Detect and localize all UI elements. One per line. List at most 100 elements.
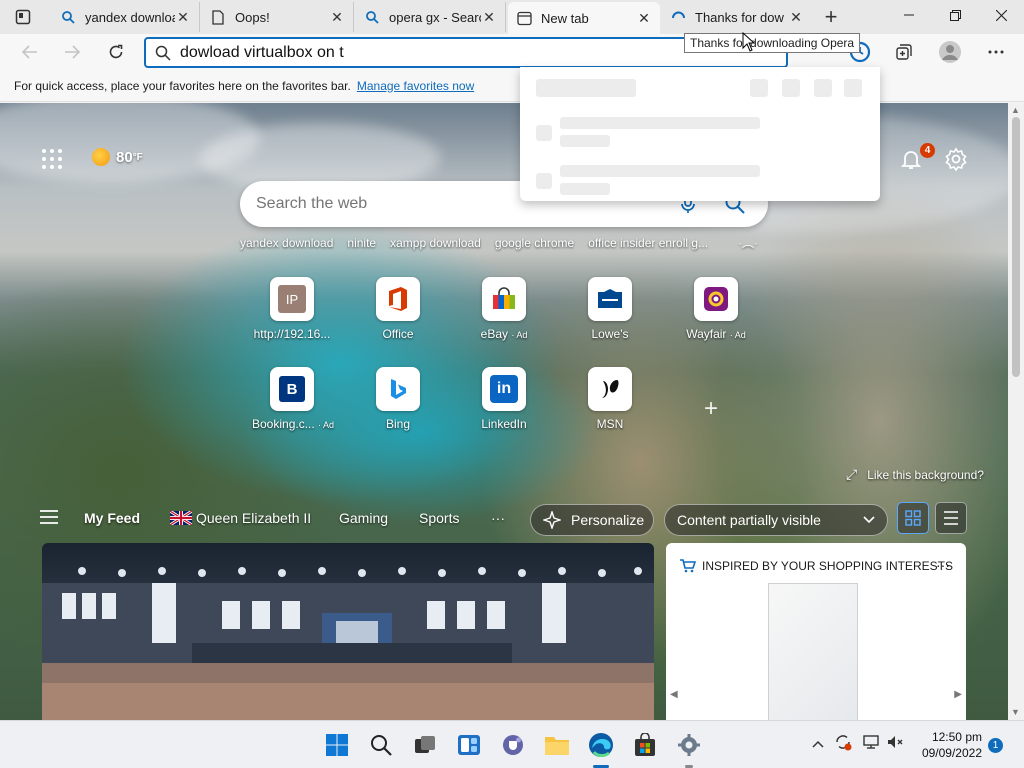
list-view-button[interactable] <box>935 502 967 534</box>
carousel-prev-icon[interactable]: ◀ <box>670 689 678 700</box>
like-background-button[interactable]: ⤢ Like this background? <box>846 466 984 483</box>
suggestion-placeholder <box>560 183 610 195</box>
tile-booking[interactable]: B Booking.c... · Ad <box>252 367 335 431</box>
scrollbar-thumb[interactable] <box>1012 117 1020 377</box>
tile-label: Lowe's <box>591 327 629 341</box>
minimize-button[interactable] <box>886 0 932 30</box>
mouse-cursor-icon <box>742 32 756 52</box>
feed-tab-gaming[interactable]: Gaming <box>339 510 388 526</box>
tab-strip: yandex downloa ✕ Oops! ✕ opera gx - Sear… <box>0 0 1024 34</box>
shopping-card-title: INSPIRED BY YOUR SHOPPING INTERESTS <box>702 559 953 573</box>
feed-navigation: My Feed Queen Elizabeth II Gaming Sports… <box>0 497 1008 539</box>
add-site-icon[interactable]: + <box>704 395 718 423</box>
tile-lowes[interactable]: Lowe's <box>570 277 650 341</box>
address-input[interactable] <box>180 43 740 62</box>
microsoft-store-icon[interactable] <box>631 731 659 759</box>
scroll-down-icon[interactable]: ▼ <box>1011 707 1020 717</box>
tab-yandex[interactable]: yandex downloa ✕ <box>52 2 200 32</box>
volume-muted-icon[interactable] <box>886 733 904 754</box>
network-icon[interactable] <box>862 733 880 754</box>
new-tab-button[interactable]: + <box>818 4 844 30</box>
page-scrollbar[interactable]: ▲ ▼ <box>1008 103 1024 720</box>
close-icon[interactable]: ✕ <box>175 9 191 25</box>
tab-oops[interactable]: Oops! ✕ <box>202 2 354 32</box>
quick-search-link[interactable]: ninite <box>347 236 376 250</box>
close-icon[interactable]: ✕ <box>636 10 652 26</box>
restore-button[interactable] <box>932 0 978 30</box>
collections-icon[interactable] <box>890 38 918 66</box>
shopping-card[interactable]: INSPIRED BY YOUR SHOPPING INTERESTS ··· … <box>666 543 966 720</box>
feed-tab-queen-elizabeth[interactable]: Queen Elizabeth II <box>170 510 311 526</box>
taskbar: 12:50 pm 09/09/2022 1 <box>0 720 1024 768</box>
close-icon[interactable]: ✕ <box>481 9 497 25</box>
refresh-button[interactable] <box>102 38 130 66</box>
feed-card-main-image[interactable] <box>42 543 654 720</box>
tile-bing[interactable]: Bing <box>358 367 438 431</box>
tab-new-tab[interactable]: New tab ✕ <box>508 2 660 34</box>
quick-search-link[interactable]: yandex download <box>240 236 333 250</box>
manage-favorites-link[interactable]: Manage favorites now <box>357 79 474 93</box>
forward-button[interactable] <box>58 38 86 66</box>
ad-label: · Ad <box>318 420 335 430</box>
search-icon <box>364 9 380 25</box>
page-icon <box>210 9 226 25</box>
settings-gear-icon[interactable] <box>944 147 968 171</box>
tab-label: Oops! <box>235 9 270 25</box>
content-visibility-dropdown[interactable]: Content partially visible <box>664 504 888 536</box>
notification-center-badge[interactable]: 1 <box>988 738 1003 753</box>
personalize-button[interactable]: Personalize <box>530 504 654 536</box>
tab-tooltip: Thanks for downloading Opera <box>684 33 861 53</box>
back-button[interactable] <box>16 38 44 66</box>
close-window-button[interactable] <box>978 0 1024 30</box>
edge-browser-icon[interactable] <box>587 731 615 759</box>
quick-search-link[interactable]: xampp download <box>390 236 481 250</box>
tile-msn[interactable]: MSN <box>570 367 650 431</box>
task-view-icon[interactable] <box>411 731 439 759</box>
linkedin-icon: in <box>482 367 526 411</box>
sync-alert-icon[interactable] <box>834 733 852 754</box>
system-clock[interactable]: 12:50 pm 09/09/2022 <box>916 729 982 761</box>
settings-gear-icon[interactable] <box>675 731 703 759</box>
notification-badge: 4 <box>920 143 935 158</box>
feed-tab-sports[interactable]: Sports <box>419 510 459 526</box>
search-icon[interactable] <box>367 731 395 759</box>
ad-label: · Ad <box>729 330 746 340</box>
weather-widget[interactable]: 80 °F <box>92 148 143 166</box>
scroll-up-icon[interactable]: ▲ <box>1011 105 1020 115</box>
tile-linkedin[interactable]: in LinkedIn <box>464 367 544 431</box>
sun-icon <box>92 148 110 166</box>
menu-icon[interactable] <box>40 510 58 524</box>
tab-opera-gx[interactable]: opera gx - Searc ✕ <box>356 2 506 32</box>
clock-date: 09/09/2022 <box>921 746 982 760</box>
shopping-card-more-button[interactable]: ··· <box>936 557 950 573</box>
suggestion-placeholder <box>560 165 760 177</box>
feed-more-button[interactable]: ··· <box>491 510 505 526</box>
more-options-icon[interactable] <box>982 38 1010 66</box>
file-explorer-icon[interactable] <box>543 731 571 759</box>
carousel-next-icon[interactable]: ▶ <box>954 689 962 700</box>
teams-chat-icon[interactable] <box>499 731 527 759</box>
feed-tab-my-feed[interactable]: My Feed <box>84 510 140 526</box>
quick-search-link[interactable]: office insider enroll g... <box>588 236 708 250</box>
tile-office[interactable]: Office <box>358 277 438 341</box>
widgets-icon[interactable] <box>455 731 483 759</box>
quick-search-more-icon[interactable]: ·︵· <box>738 234 758 251</box>
tab-actions-icon[interactable] <box>8 6 38 28</box>
tile-ebay[interactable]: eBay · Ad <box>464 277 544 341</box>
tile-label: Bing <box>385 417 411 431</box>
tile-label: http://192.16... <box>253 327 331 341</box>
quick-search-link[interactable]: google chrome <box>495 236 574 250</box>
chevron-up-icon[interactable] <box>812 735 824 751</box>
profile-avatar[interactable] <box>936 38 964 66</box>
product-image-mirror <box>768 583 858 720</box>
close-icon[interactable]: ✕ <box>329 9 345 25</box>
tile-ip[interactable]: IP http://192.16... <box>252 277 332 341</box>
close-icon[interactable]: ✕ <box>788 9 804 25</box>
windows-start-icon[interactable] <box>323 731 351 759</box>
apps-grid-icon[interactable] <box>40 147 64 171</box>
grid-view-button[interactable] <box>897 502 929 534</box>
browser-toolbar <box>0 34 1024 70</box>
tile-wayfair[interactable]: Wayfair · Ad <box>676 277 756 341</box>
suggestion-placeholder <box>844 79 862 97</box>
tab-thanks-opera[interactable]: Thanks for dow ✕ <box>662 2 812 32</box>
